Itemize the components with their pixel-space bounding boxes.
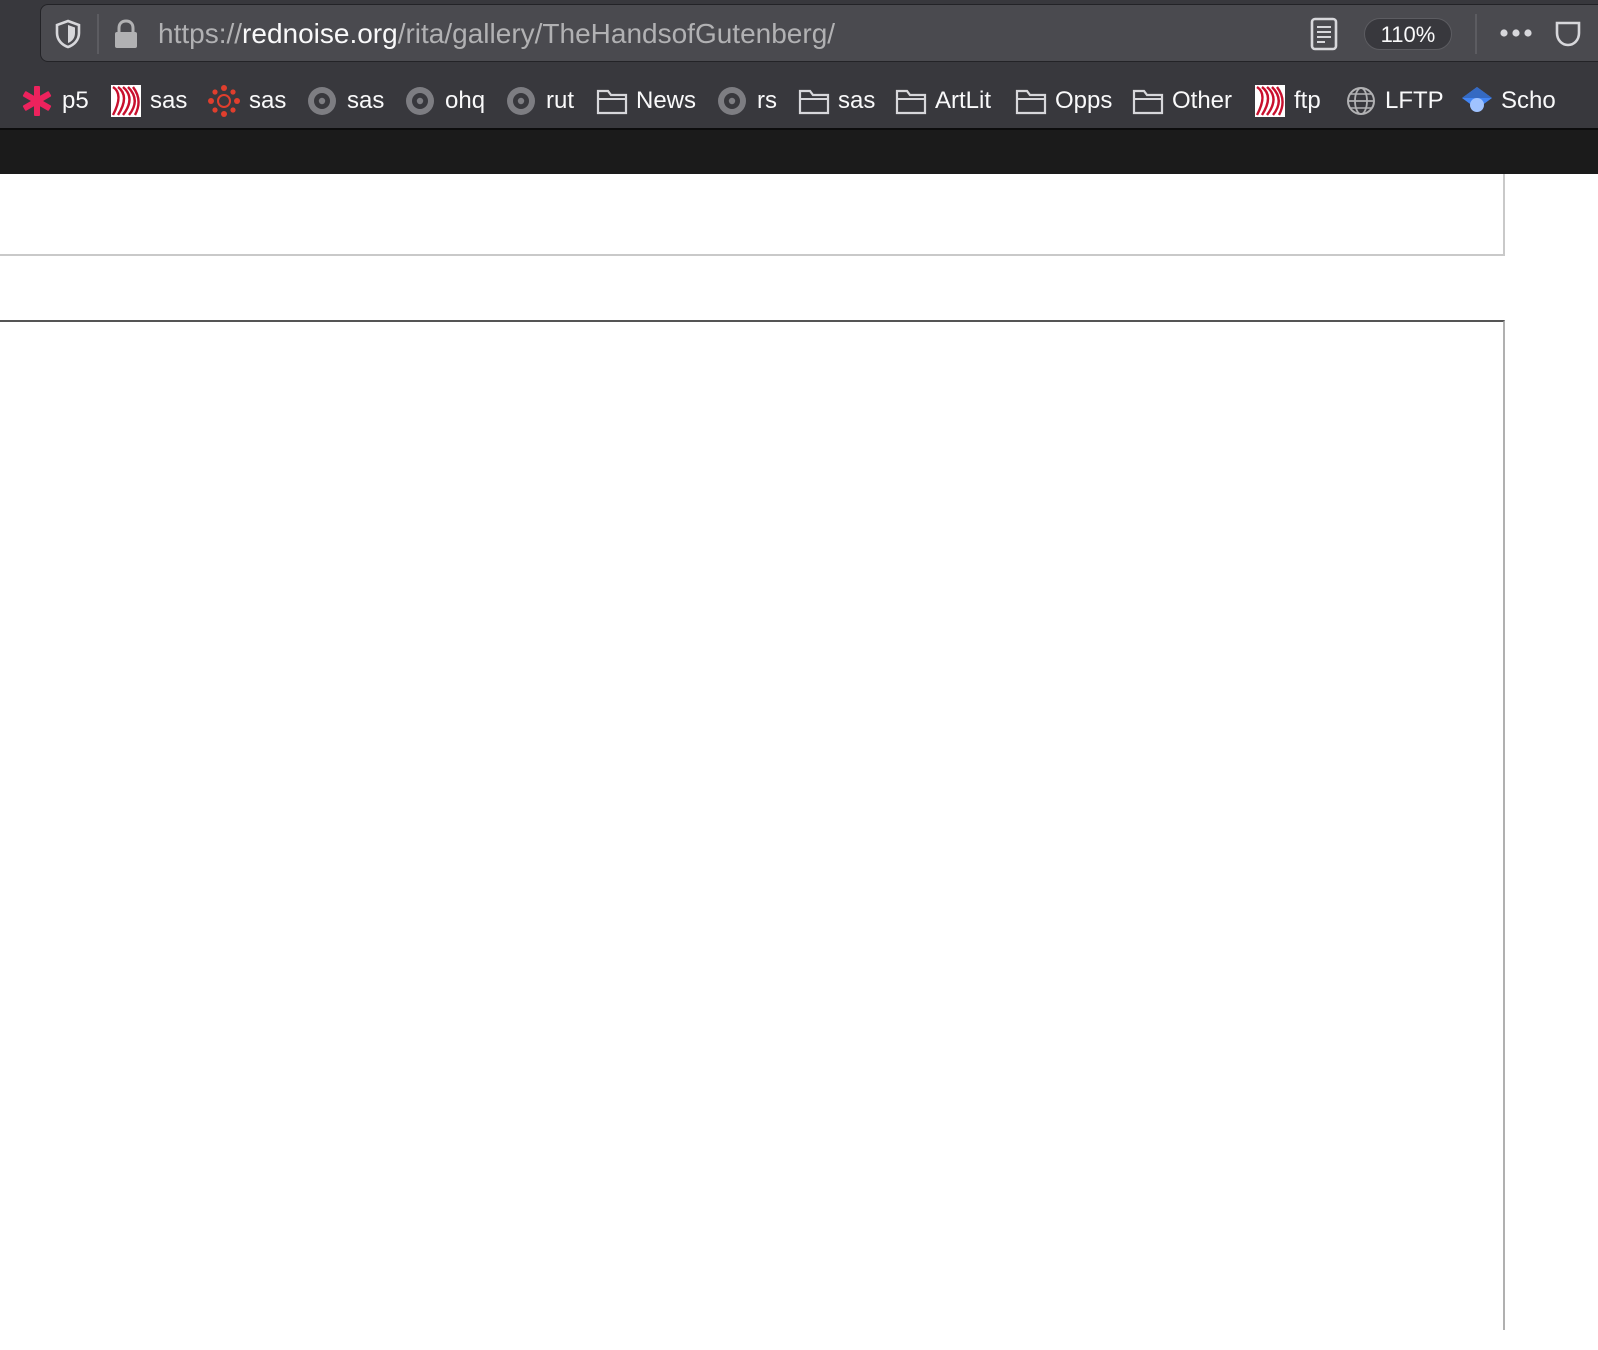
bookmark-folder-other[interactable]: Other bbox=[1132, 82, 1232, 120]
globe-icon bbox=[1347, 87, 1375, 115]
zoom-level-button[interactable]: 110% bbox=[1364, 18, 1452, 50]
url-divider bbox=[97, 14, 99, 54]
url-scheme: https:// bbox=[158, 18, 243, 49]
reader-view-icon[interactable] bbox=[1308, 16, 1340, 52]
canvas-logo-icon bbox=[208, 85, 240, 117]
bookmark-label: ohq bbox=[445, 87, 486, 114]
grey-ring-icon bbox=[507, 87, 535, 115]
bookmarks-toolbar: p5 sas sas sas ohq rut News rs sas ArtLi… bbox=[0, 74, 1598, 128]
bookmark-label: rut bbox=[546, 87, 575, 114]
bookmark-label: sas bbox=[838, 87, 876, 114]
bookmark-label: sas bbox=[347, 87, 385, 114]
url-text[interactable]: https://rednoise.org/rita/gallery/TheHan… bbox=[158, 14, 835, 54]
url-host: rednoise.org bbox=[242, 18, 398, 49]
striped-logo-icon bbox=[111, 85, 141, 117]
bookmark-folder-sas[interactable]: sas bbox=[798, 82, 875, 120]
bookmark-label: ftp bbox=[1294, 87, 1321, 114]
bookmark-rut[interactable]: rut bbox=[504, 82, 574, 120]
page-actions-more-icon[interactable] bbox=[1496, 22, 1536, 44]
folder-icon bbox=[1015, 89, 1047, 115]
bookmark-label: sas bbox=[249, 87, 287, 114]
url-path: /rita/gallery/TheHandsofGutenberg/ bbox=[397, 18, 836, 49]
bookmark-label: ArtLit bbox=[935, 87, 992, 114]
pocket-icon[interactable] bbox=[1553, 18, 1583, 50]
grey-ring-icon bbox=[308, 87, 336, 115]
bookmark-scholar[interactable]: Scho bbox=[1461, 82, 1556, 120]
bookmark-p5[interactable]: p5 bbox=[20, 82, 89, 120]
bookmark-rs[interactable]: rs bbox=[715, 82, 777, 120]
p5-asterisk-icon bbox=[22, 86, 52, 116]
bookmark-folder-artlit[interactable]: ArtLit bbox=[895, 82, 991, 120]
bookmark-label: rs bbox=[757, 87, 777, 114]
folder-icon bbox=[895, 89, 927, 115]
striped-logo-icon bbox=[1255, 85, 1285, 117]
bookmark-ohq[interactable]: ohq bbox=[403, 82, 485, 120]
content-panel bbox=[0, 174, 1505, 256]
bookmark-folder-news[interactable]: News bbox=[596, 82, 696, 120]
bookmark-label: Other bbox=[1172, 87, 1233, 114]
bookmark-ftp[interactable]: ftp bbox=[1254, 82, 1321, 120]
folder-icon bbox=[1132, 89, 1164, 115]
folder-icon bbox=[596, 89, 628, 115]
bookmark-sas[interactable]: sas bbox=[305, 82, 384, 120]
bookmark-folder-opps[interactable]: Opps bbox=[1015, 82, 1112, 120]
bookmark-label: Opps bbox=[1055, 87, 1113, 114]
bookmark-lftp[interactable]: LFTP bbox=[1345, 82, 1444, 120]
lock-icon[interactable] bbox=[112, 18, 140, 50]
sketch-canvas-area[interactable] bbox=[0, 320, 1505, 1330]
browser-toolbar: https://rednoise.org/rita/gallery/TheHan… bbox=[0, 0, 1598, 130]
grey-ring-icon bbox=[718, 87, 746, 115]
bookmark-label: sas bbox=[150, 87, 188, 114]
bookmark-sas[interactable]: sas bbox=[207, 82, 286, 120]
bookmark-label: LFTP bbox=[1385, 87, 1444, 114]
tracking-protection-shield-icon[interactable] bbox=[52, 18, 84, 50]
bookmark-label: p5 bbox=[62, 87, 89, 114]
page-header-bar bbox=[0, 128, 1598, 174]
url-divider bbox=[1475, 14, 1477, 54]
folder-icon bbox=[798, 89, 830, 115]
bookmark-label: Scho bbox=[1501, 87, 1556, 114]
grey-ring-icon bbox=[406, 87, 434, 115]
scholar-cap-icon bbox=[1462, 87, 1492, 112]
bookmark-label: News bbox=[636, 87, 697, 114]
bookmark-sas[interactable]: sas bbox=[110, 82, 187, 120]
